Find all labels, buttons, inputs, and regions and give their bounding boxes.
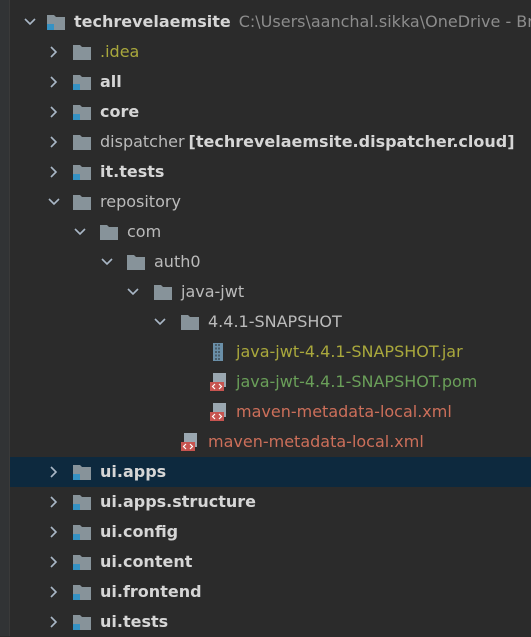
xml-file-icon	[180, 433, 200, 451]
module-folder-icon	[72, 493, 92, 511]
chevron-right-icon[interactable]	[45, 457, 63, 487]
chevron-right-icon[interactable]	[45, 67, 63, 97]
folder-icon	[72, 43, 92, 61]
tree-label: auth0	[154, 252, 201, 271]
xml-file-icon	[209, 373, 229, 391]
xml-file-icon	[209, 403, 229, 421]
module-folder-icon	[72, 523, 92, 541]
tree-label: repository	[100, 192, 181, 211]
chevron-right-icon[interactable]	[45, 37, 63, 67]
tree-row-snapshot[interactable]: 4.4.1-SNAPSHOT	[10, 307, 531, 337]
tree-row-auth0[interactable]: auth0	[10, 247, 531, 277]
chevron-right-icon[interactable]	[45, 547, 63, 577]
chevron-right-icon[interactable]	[45, 577, 63, 607]
tree-label: ui.frontend	[100, 582, 202, 601]
tree-row-pom-file[interactable]: java-jwt-4.4.1-SNAPSHOT.pom	[10, 367, 531, 397]
tree-row-all[interactable]: all	[10, 67, 531, 97]
chevron-down-icon[interactable]	[45, 187, 63, 217]
tree-label: ui.apps	[100, 462, 167, 481]
chevron-right-icon[interactable]	[45, 487, 63, 517]
module-folder-icon	[72, 103, 92, 121]
tree-row-repository[interactable]: repository	[10, 187, 531, 217]
tree-row-metadata-inner[interactable]: maven-metadata-local.xml	[10, 397, 531, 427]
folder-icon	[153, 283, 173, 301]
tree-row-ui-tests[interactable]: ui.tests	[10, 607, 531, 637]
chevron-right-icon[interactable]	[45, 607, 63, 637]
tree-label: com	[127, 222, 162, 241]
chevron-down-icon[interactable]	[151, 307, 169, 337]
module-folder-icon	[72, 583, 92, 601]
tree-label: it.tests	[100, 162, 165, 181]
module-folder-icon	[46, 13, 66, 31]
tree-label: ui.tests	[100, 612, 169, 631]
tree-row-ui-content[interactable]: ui.content	[10, 547, 531, 577]
chevron-right-icon[interactable]	[45, 157, 63, 187]
tree-row-idea[interactable]: .idea	[10, 37, 531, 67]
tree-row-jar-file[interactable]: java-jwt-4.4.1-SNAPSHOT.jar	[10, 337, 531, 367]
folder-icon	[126, 253, 146, 271]
project-tree: techrevelaemsite C:\Users\aanchal.sikka\O…	[10, 7, 531, 637]
module-folder-icon	[72, 613, 92, 631]
tree-label: java-jwt	[181, 282, 245, 301]
tree-label: maven-metadata-local.xml	[236, 402, 452, 421]
module-folder-icon	[72, 553, 92, 571]
tree-row-com[interactable]: com	[10, 217, 531, 247]
module-folder-icon	[72, 463, 92, 481]
tree-label: .idea	[100, 42, 140, 61]
tree-label: techrevelaemsite C:\Users\aanchal.sikka\O…	[74, 12, 531, 31]
chevron-right-icon[interactable]	[45, 97, 63, 127]
tree-row-root[interactable]: techrevelaemsite C:\Users\aanchal.sikka\O…	[10, 7, 531, 37]
folder-icon	[180, 313, 200, 331]
tree-label: ui.config	[100, 522, 179, 541]
tree-label: core	[100, 102, 140, 121]
tree-row-java-jwt[interactable]: java-jwt	[10, 277, 531, 307]
chevron-right-icon[interactable]	[45, 517, 63, 547]
chevron-right-icon[interactable]	[45, 127, 63, 157]
chevron-down-icon[interactable]	[71, 217, 89, 247]
tree-row-ui-config[interactable]: ui.config	[10, 517, 531, 547]
tree-label: ui.content	[100, 552, 193, 571]
folder-icon	[99, 223, 119, 241]
tree-row-ui-apps-structure[interactable]: ui.apps.structure	[10, 487, 531, 517]
tree-row-dispatcher[interactable]: dispatcher [techrevelaemsite.dispatcher.c…	[10, 127, 531, 157]
module-folder-icon	[72, 73, 92, 91]
tree-label: dispatcher [techrevelaemsite.dispatcher.c…	[100, 132, 515, 151]
folder-icon	[72, 193, 92, 211]
tree-row-core[interactable]: core	[10, 97, 531, 127]
tree-row-metadata-outer[interactable]: maven-metadata-local.xml	[10, 427, 531, 457]
tree-label: maven-metadata-local.xml	[208, 432, 424, 451]
tree-label: ui.apps.structure	[100, 492, 256, 511]
chevron-down-icon[interactable]	[98, 247, 116, 277]
tree-label: all	[100, 72, 122, 91]
chevron-down-icon[interactable]	[124, 277, 142, 307]
jar-file-icon	[209, 343, 229, 361]
tree-row-ui-apps[interactable]: ui.apps	[10, 457, 531, 487]
tree-label: 4.4.1-SNAPSHOT	[208, 312, 342, 331]
chevron-down-icon[interactable]	[21, 7, 39, 37]
tree-label: java-jwt-4.4.1-SNAPSHOT.pom	[236, 372, 478, 391]
tree-row-it-tests[interactable]: it.tests	[10, 157, 531, 187]
tree-label: java-jwt-4.4.1-SNAPSHOT.jar	[236, 342, 463, 361]
folder-icon	[72, 133, 92, 151]
module-folder-icon	[72, 163, 92, 181]
left-gutter	[0, 0, 10, 636]
tree-row-ui-frontend[interactable]: ui.frontend	[10, 577, 531, 607]
